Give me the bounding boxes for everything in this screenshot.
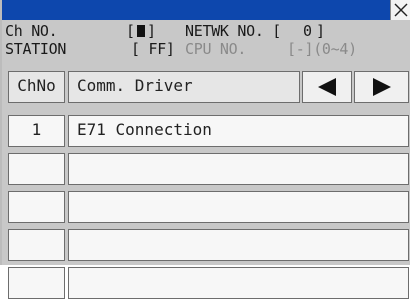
row-5-chno[interactable] bbox=[8, 267, 65, 299]
row-1-driver[interactable]: E71 Connection bbox=[68, 115, 409, 147]
ch-no-bracket-close: ] bbox=[147, 22, 156, 40]
close-button[interactable] bbox=[390, 0, 410, 20]
ch-no-input-cursor[interactable] bbox=[137, 25, 145, 37]
next-page-button[interactable] bbox=[354, 71, 409, 103]
cpu-no-value: [-](0~4) bbox=[287, 40, 357, 58]
row-3-chno[interactable] bbox=[8, 191, 65, 223]
station-label: STATION bbox=[5, 40, 67, 58]
header-chno: ChNo bbox=[8, 71, 65, 103]
cpu-no-label: CPU NO. bbox=[185, 40, 247, 58]
row-4-driver[interactable] bbox=[68, 229, 409, 261]
info-panel: Ch NO. [ ] NETWK NO. [ 0 ] STATION [ FF]… bbox=[2, 20, 410, 64]
netwk-no-bracket-close: ] bbox=[316, 22, 325, 40]
close-x-icon bbox=[394, 3, 408, 17]
triangle-left-icon bbox=[318, 78, 336, 96]
ch-no-bracket-open: [ bbox=[126, 22, 135, 40]
header-comm-driver: Comm. Driver bbox=[68, 71, 300, 103]
row-2-chno[interactable] bbox=[8, 153, 65, 185]
row-4-chno[interactable] bbox=[8, 229, 65, 261]
prev-page-button[interactable] bbox=[302, 71, 352, 103]
ch-no-label: Ch NO. bbox=[5, 22, 58, 40]
row-2-driver[interactable] bbox=[68, 153, 409, 185]
dialog-window: Ch NO. [ ] NETWK NO. [ 0 ] STATION [ FF]… bbox=[0, 0, 410, 299]
station-value: [ FF] bbox=[131, 40, 175, 58]
netwk-no-value: 0 bbox=[303, 22, 312, 40]
row-3-driver[interactable] bbox=[68, 191, 409, 223]
row-1-chno[interactable]: 1 bbox=[8, 115, 65, 147]
title-bar bbox=[2, 0, 410, 20]
row-5-driver[interactable] bbox=[68, 267, 409, 299]
netwk-no-label: NETWK NO. [ bbox=[185, 22, 282, 40]
triangle-right-icon bbox=[372, 78, 391, 96]
